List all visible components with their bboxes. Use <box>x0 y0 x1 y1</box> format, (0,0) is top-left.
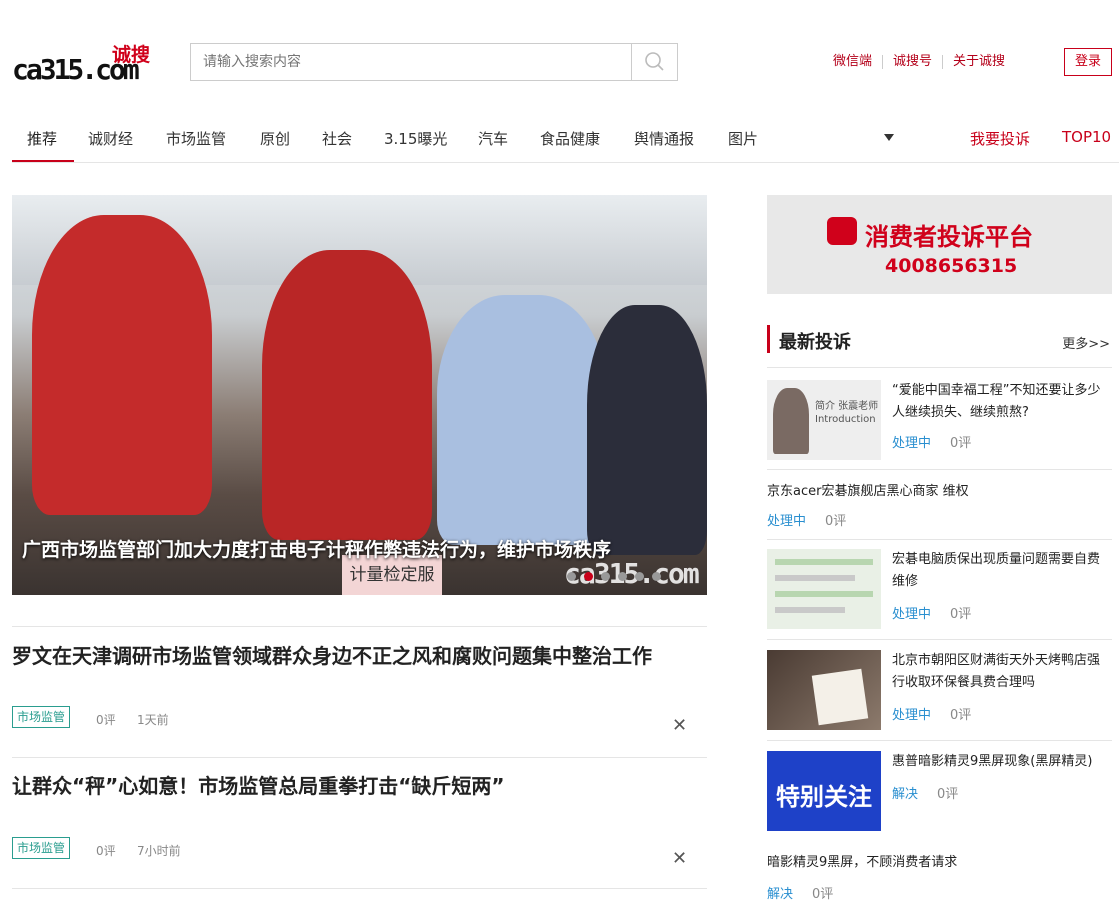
complaint-comments: 0评 <box>937 787 959 802</box>
section-title: 最新投诉 <box>779 332 851 353</box>
article-comments: 0评 <box>96 713 116 727</box>
carousel-dot[interactable] <box>652 572 661 581</box>
divider <box>767 539 1112 540</box>
nav-food-health[interactable]: 食品健康 <box>540 128 600 149</box>
article-tag[interactable]: 市场监管 <box>12 706 71 728</box>
complaint-thumbnail: 特别关注 <box>767 751 881 831</box>
logo-cn-text: 诚搜 <box>112 44 151 66</box>
complaint-comments: 0评 <box>812 887 834 902</box>
complaint-item[interactable]: 京东acer宏碁旗舰店黑心商家 维权 处理中 0评 <box>767 481 1112 540</box>
complaint-status: 处理中 <box>767 514 807 529</box>
complaint-comments: 0评 <box>950 607 972 622</box>
complaint-comments: 0评 <box>950 708 972 723</box>
site-logo[interactable]: ca315.com 诚搜 <box>12 40 172 88</box>
link-wechat[interactable]: 微信端 <box>823 55 882 69</box>
carousel-dot[interactable] <box>618 572 627 581</box>
carousel-dot-active[interactable] <box>584 572 593 581</box>
complaint-title[interactable]: 京东acer宏碁旗舰店黑心商家 维权 <box>767 481 1112 503</box>
hero-caption[interactable]: 广西市场监管部门加大力度打击电子计秤作弊违法行为，维护市场秩序 <box>22 535 611 562</box>
divider <box>767 469 1112 470</box>
complaint-item[interactable]: 北京市朝阳区财满街天外天烤鸭店强行收取环保餐具费合理吗 处理中 0评 <box>767 650 1112 741</box>
thumb-text: 简介 张震老师 Introduction <box>815 401 879 425</box>
complaint-item[interactable]: 宏碁电脑质保出现质量问题需要自费维修 处理中 0评 <box>767 549 1112 640</box>
nav-public-opinion[interactable]: 舆情通报 <box>634 128 694 149</box>
nav-pictures[interactable]: 图片 <box>728 128 758 149</box>
banner-phone: 4008656315 <box>885 255 1018 277</box>
complaint-status: 解决 <box>767 887 794 902</box>
complaint-title[interactable]: 惠普暗影精灵9黑屏现象(黑屏精灵) <box>892 751 1112 773</box>
hero-photo-person <box>437 295 607 545</box>
article-tag[interactable]: 市场监管 <box>12 837 71 859</box>
article-time: 7小时前 <box>137 844 181 858</box>
phone-icon <box>827 217 857 245</box>
complaint-title[interactable]: 宏碁电脑质保出现质量问题需要自费维修 <box>892 549 1107 593</box>
nav-315-exposure[interactable]: 3.15曝光 <box>384 128 447 149</box>
search-button[interactable] <box>631 44 677 80</box>
nav-top10[interactable]: TOP10 <box>1062 128 1111 146</box>
carousel-dot[interactable] <box>635 572 644 581</box>
link-about[interactable]: 关于诚搜 <box>941 55 1015 69</box>
hero-photo-person <box>587 305 707 555</box>
search-box <box>190 43 678 81</box>
nav-recommend[interactable]: 推荐 <box>27 128 57 149</box>
thumb-text: 特别关注 <box>776 783 872 811</box>
complaint-status: 处理中 <box>892 708 932 723</box>
nav-original[interactable]: 原创 <box>260 128 290 149</box>
nav-complain[interactable]: 我要投诉 <box>970 128 1030 149</box>
carousel-dot[interactable] <box>567 572 576 581</box>
nav-society[interactable]: 社会 <box>322 128 352 149</box>
complaint-thumbnail <box>767 549 881 629</box>
nav-market-supervision[interactable]: 市场监管 <box>166 128 226 149</box>
hero-photo-person <box>32 215 212 515</box>
complaint-status: 处理中 <box>892 436 932 451</box>
complaint-item[interactable]: 简介 张震老师 Introduction “爱能中国幸福工程”不知还要让多少人继… <box>767 380 1112 470</box>
complaint-platform-banner[interactable]: 消费者投诉平台 4008656315 <box>767 195 1112 294</box>
latest-complaints-header: 最新投诉 更多>> <box>767 325 1112 355</box>
complaint-title[interactable]: 北京市朝阳区财满街天外天烤鸭店强行收取环保餐具费合理吗 <box>892 650 1107 694</box>
main-nav: 推荐 诚财经 市场监管 原创 社会 3.15曝光 汽车 食品健康 舆情通报 图片… <box>12 114 1119 163</box>
carousel-dots <box>567 572 661 581</box>
complaint-thumbnail: 简介 张震老师 Introduction <box>767 380 881 460</box>
banner-title: 消费者投诉平台 <box>865 223 1033 251</box>
complaint-item[interactable]: 特别关注 惠普暗影精灵9黑屏现象(黑屏精灵) 解决 0评 <box>767 751 1112 831</box>
chevron-down-icon[interactable] <box>884 134 894 141</box>
nav-finance[interactable]: 诚财经 <box>88 128 133 149</box>
divider <box>767 740 1112 741</box>
more-link[interactable]: 更多>> <box>1062 333 1110 352</box>
complaint-title[interactable]: “爱能中国幸福工程”不知还要让多少人继续损失、继续煎熬? <box>892 380 1107 424</box>
carousel-dot[interactable] <box>601 572 610 581</box>
article-title[interactable]: 让群众“秤”心如意！市场监管总局重拳打击“缺斤短两” <box>12 772 692 800</box>
complaint-comments: 0评 <box>825 514 847 529</box>
complaint-comments: 0评 <box>950 436 972 451</box>
login-button[interactable]: 登录 <box>1064 48 1112 76</box>
hero-carousel[interactable]: 计量检定服务 ca315.com 广西市场监管部门加大力度打击电子计秤作弊违法行… <box>12 195 707 595</box>
nav-active-underline <box>12 160 74 162</box>
search-icon <box>645 52 664 71</box>
hero-photo-person <box>262 250 432 540</box>
close-icon[interactable]: ✕ <box>672 848 687 869</box>
complaint-item[interactable]: 暗影精灵9黑屏，不顾消费者请求 解决 0评 <box>767 852 1112 902</box>
nav-auto[interactable]: 汽车 <box>478 128 508 149</box>
article-comments: 0评 <box>96 844 116 858</box>
divider <box>767 367 1112 368</box>
top-links: 微信端 诚搜号 关于诚搜 <box>823 55 1015 69</box>
close-icon[interactable]: ✕ <box>672 715 687 736</box>
link-chengsou-account[interactable]: 诚搜号 <box>881 55 942 69</box>
section-accent-bar <box>767 325 770 353</box>
search-input[interactable] <box>191 44 655 80</box>
complaint-title[interactable]: 暗影精灵9黑屏，不顾消费者请求 <box>767 852 1112 874</box>
divider <box>767 639 1112 640</box>
article-item: 罗文在天津调研市场监管领域群众身边不正之风和腐败问题集中整治工作 市场监管 0评… <box>12 626 707 757</box>
article-time: 1天前 <box>137 713 169 727</box>
complaint-status: 解决 <box>892 787 919 802</box>
article-item: 让群众“秤”心如意！市场监管总局重拳打击“缺斤短两” 市场监管 0评 7小时前 … <box>12 757 707 889</box>
complaint-thumbnail <box>767 650 881 730</box>
complaint-status: 处理中 <box>892 607 932 622</box>
article-title[interactable]: 罗文在天津调研市场监管领域群众身边不正之风和腐败问题集中整治工作 <box>12 642 692 670</box>
